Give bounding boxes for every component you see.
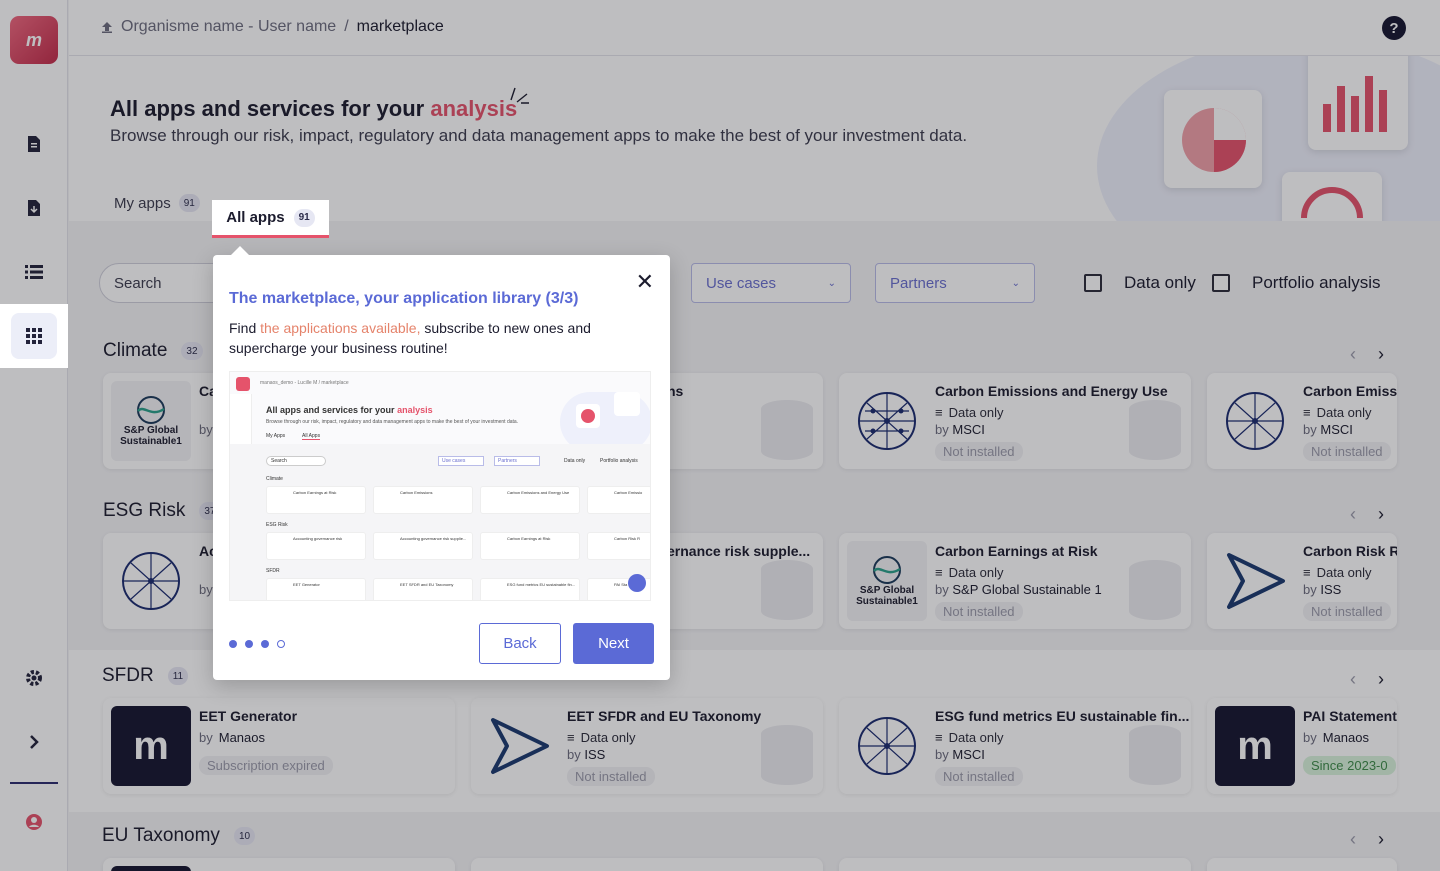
step-dot <box>245 640 253 648</box>
preview-dropdown: Partners <box>494 456 540 466</box>
back-button[interactable]: Back <box>479 623 561 664</box>
next-button[interactable]: Next <box>573 623 654 664</box>
step-dot <box>277 640 285 648</box>
close-icon[interactable]: ✕ <box>636 269 654 295</box>
preview-tab: My Apps <box>266 433 286 439</box>
preview-dropdown: Use cases <box>438 456 484 466</box>
count-badge: 91 <box>293 208 315 227</box>
preview-card: EET Generator <box>266 578 366 600</box>
preview-search: Search <box>266 456 326 466</box>
preview-subtitle: Browse through our risk, impact, regulat… <box>266 419 519 425</box>
preview-tab: All Apps <box>302 433 321 440</box>
preview-card: EET SFDR and EU Taxonomy <box>373 578 473 600</box>
preview-card: Carbon Earnings at Risk <box>266 486 366 514</box>
chat-icon <box>628 574 646 592</box>
preview-title: All apps and services for your analysis <box>266 405 433 415</box>
step-dot <box>229 640 237 648</box>
step-indicator <box>229 640 285 648</box>
preview-section: SFDR <box>266 568 280 574</box>
preview-checkbox: Data only <box>564 458 586 464</box>
grid-icon <box>11 313 57 359</box>
preview-logo <box>236 377 250 391</box>
preview-card: Carbon Emissio <box>587 486 650 514</box>
step-dot <box>261 640 269 648</box>
preview-card: Carbon Earnings at Risk <box>480 532 580 560</box>
preview-breadcrumb: manaos_demo - Lucille M / marketplace <box>260 380 349 386</box>
preview-card: Carbon Emissions <box>373 486 473 514</box>
preview-card: Accounting governance risk <box>266 532 366 560</box>
preview-section: Climate <box>266 476 283 482</box>
preview-section: ESG Risk <box>266 522 288 528</box>
modal-body: Find the applications available, subscri… <box>229 320 591 356</box>
preview-card: Accounting governance risk supplie... <box>373 532 473 560</box>
sidebar-item-marketplace[interactable] <box>0 304 68 368</box>
preview-card: ESG fund metrics EU sustainable fin... <box>480 578 580 600</box>
modal-title: The marketplace, your application librar… <box>229 290 579 307</box>
preview-bars <box>614 392 640 416</box>
tab-label: All apps <box>226 209 285 226</box>
tour-modal: ✕ The marketplace, your application libr… <box>213 246 670 680</box>
preview-pie <box>576 404 600 428</box>
preview-checkbox: Portfolio analysis <box>600 458 638 464</box>
preview-card: Carbon Risk R <box>587 532 650 560</box>
tab-all-apps[interactable]: All apps 91 <box>212 200 329 238</box>
preview-card: Carbon Emissions and Energy Use <box>480 486 580 514</box>
marketplace-preview-image: manaos_demo - Lucille M / marketplace Al… <box>229 371 651 601</box>
